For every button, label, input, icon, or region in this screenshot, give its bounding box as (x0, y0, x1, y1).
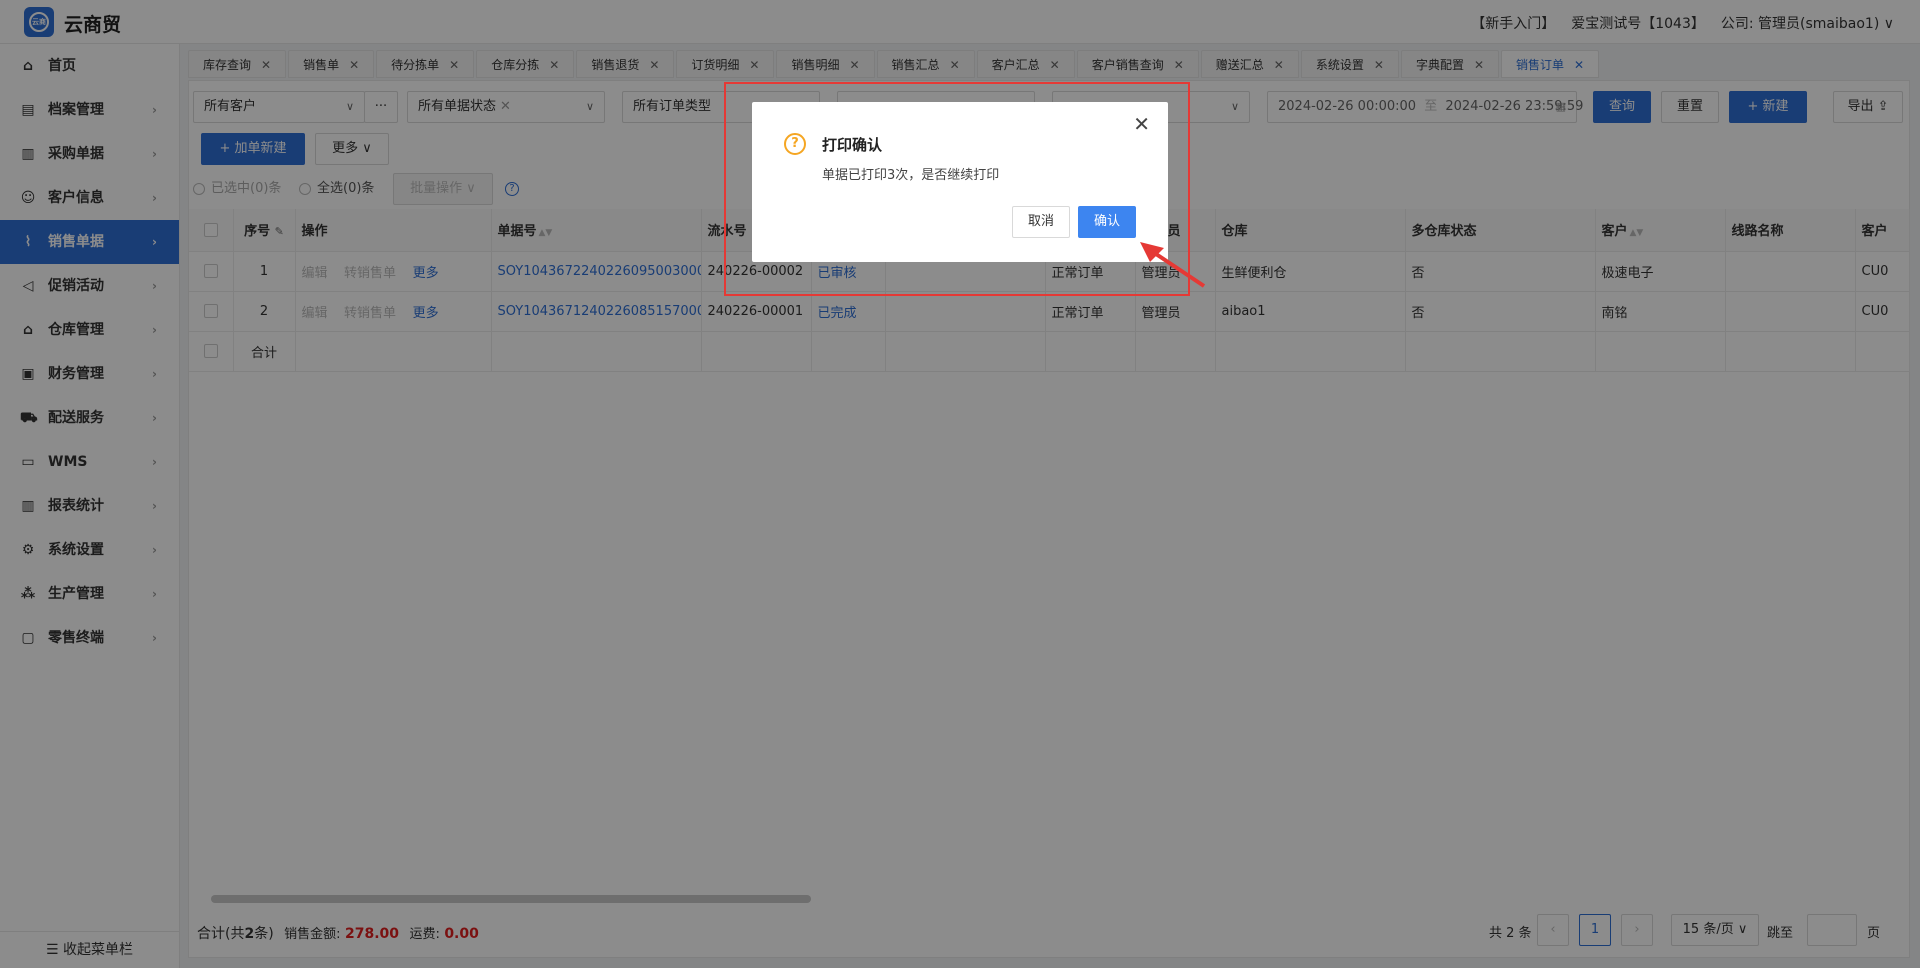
annotation-arrow-icon (1140, 242, 1206, 288)
annotation-highlight-box (724, 82, 1190, 296)
